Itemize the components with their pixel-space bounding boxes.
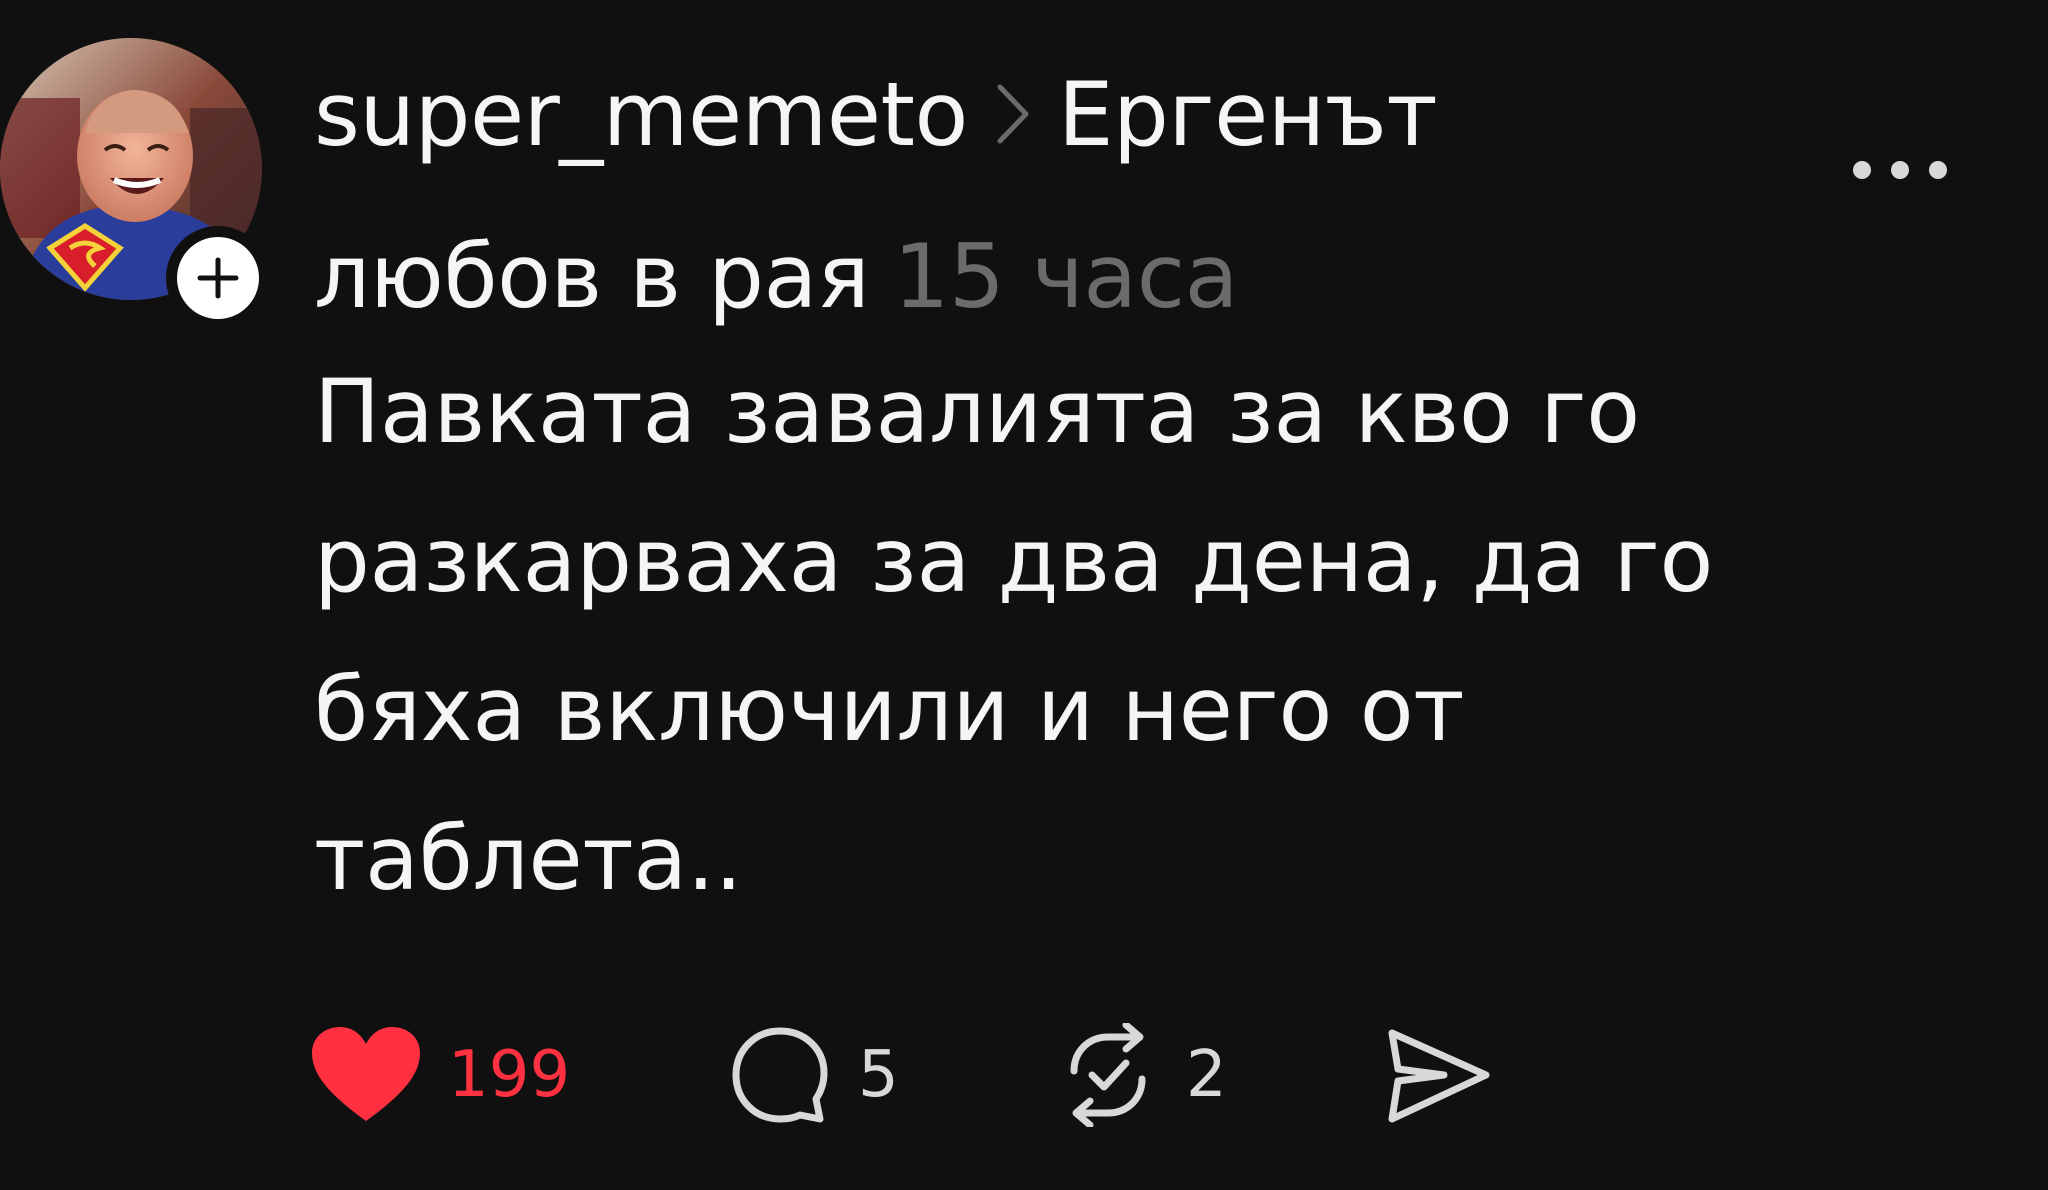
follow-button[interactable]	[166, 226, 270, 330]
share-button[interactable]	[1384, 1020, 1494, 1130]
action-bar: 199 5 2	[310, 1020, 1610, 1130]
send-icon	[1388, 1029, 1490, 1123]
header-line-1: super_memeto Ергенът	[314, 40, 1714, 202]
comment-button[interactable]: 5	[728, 1020, 899, 1130]
comment-icon	[732, 1027, 828, 1123]
post-text-line: таблета..	[314, 807, 743, 910]
header-line-2: любов в рая 15 часа	[314, 202, 1714, 352]
post-text: Павката завалията за кво го разкарваха з…	[314, 337, 1794, 933]
more-dots-icon	[1853, 161, 1947, 179]
avatar-container[interactable]	[0, 38, 270, 330]
follow-button-inner	[177, 237, 259, 319]
more-options-button[interactable]	[1840, 140, 1960, 200]
chevron-right-icon	[996, 40, 1030, 190]
post-time: 15 часа	[893, 225, 1239, 329]
community-name-part2[interactable]: любов в рая	[314, 225, 870, 328]
heart-icon	[312, 1027, 420, 1121]
repost-button[interactable]: 2	[1056, 1020, 1227, 1130]
post-text-line: Павката завалията за кво го	[314, 360, 1640, 463]
like-button[interactable]: 199	[310, 1020, 570, 1130]
comment-count: 5	[858, 1038, 899, 1112]
username[interactable]: super_memeto	[314, 63, 968, 166]
post-text-line: бяха включили и него от	[314, 658, 1465, 761]
community-name-part1[interactable]: Ергенът	[1058, 63, 1438, 166]
repost-icon	[1070, 1023, 1146, 1127]
repost-count: 2	[1186, 1038, 1227, 1112]
post-header: super_memeto Ергенът любов в рая 15 часа	[314, 40, 1714, 352]
plus-icon	[197, 257, 239, 299]
post-text-line: разкарваха за два дена, да го	[314, 509, 1714, 612]
like-count: 199	[448, 1038, 571, 1112]
